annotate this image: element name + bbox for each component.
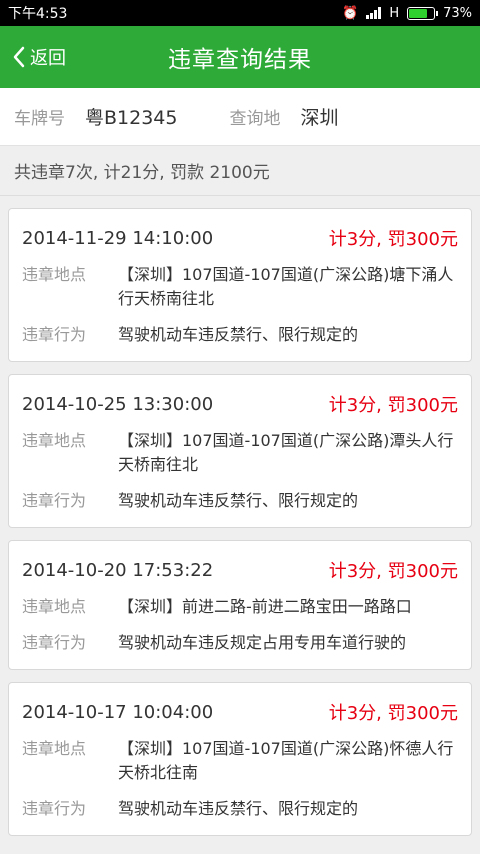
behavior-label: 违章行为: [22, 633, 87, 652]
violation-penalty: 计3分, 罚300元: [328, 395, 458, 416]
alarm-icon: ⏰: [342, 5, 359, 21]
location-label: 违章地点: [22, 431, 87, 450]
location-label: 违章地点: [22, 739, 87, 758]
status-icons: ⏰ H 73%: [342, 6, 472, 21]
violation-time: 2014-10-25 13:30:00: [22, 393, 214, 415]
violation-location: 【深圳】前进二路-前进二路宝田一路路口: [118, 597, 412, 616]
violation-card[interactable]: 2014-11-29 14:10:00 计3分, 罚300元 违章地点 【深圳】…: [8, 208, 472, 362]
violation-summary: 共违章7次, 计21分, 罚款 2100元: [0, 146, 480, 196]
behavior-label: 违章行为: [22, 491, 87, 510]
location-label: 违章地点: [22, 597, 87, 616]
violation-behavior: 驾驶机动车违反禁行、限行规定的: [118, 325, 359, 344]
back-button[interactable]: 返回: [12, 26, 66, 88]
chevron-left-icon: [13, 46, 25, 68]
violation-card[interactable]: 2014-10-17 10:04:00 计3分, 罚300元 违章地点 【深圳】…: [8, 682, 472, 836]
signal-icon: [366, 7, 382, 19]
violation-location: 【深圳】107国道-107国道(广深公路)潭头人行天桥南往北: [118, 431, 454, 474]
violation-time: 2014-11-29 14:10:00: [22, 227, 214, 249]
battery-icon: [407, 6, 439, 20]
violation-time: 2014-10-20 17:53:22: [22, 559, 214, 581]
page-title: 违章查询结果: [168, 47, 312, 73]
status-bar: 下午4:53 ⏰ H 73%: [0, 0, 480, 26]
violation-list: 2014-11-29 14:10:00 计3分, 罚300元 违章地点 【深圳】…: [0, 208, 480, 836]
behavior-label: 违章行为: [22, 325, 87, 344]
violation-time: 2014-10-17 10:04:00: [22, 701, 214, 723]
violation-location: 【深圳】107国道-107国道(广深公路)塘下涌人行天桥南往北: [118, 265, 454, 308]
plate-value: 粤B12345: [85, 107, 178, 129]
violation-location: 【深圳】107国道-107国道(广深公路)怀德人行天桥北往南: [118, 739, 454, 782]
network-type: H: [389, 5, 400, 21]
violation-card[interactable]: 2014-10-25 13:30:00 计3分, 罚300元 违章地点 【深圳】…: [8, 374, 472, 528]
violation-behavior: 驾驶机动车违反禁行、限行规定的: [118, 799, 359, 818]
plate-label: 车牌号: [14, 109, 65, 129]
query-info: 车牌号 粤B12345 查询地 深圳: [0, 88, 480, 146]
violation-behavior: 驾驶机动车违反规定占用专用车道行驶的: [118, 633, 407, 652]
violation-behavior: 驾驶机动车违反禁行、限行规定的: [118, 491, 359, 510]
behavior-label: 违章行为: [22, 799, 87, 818]
violation-penalty: 计3分, 罚300元: [328, 703, 458, 724]
location-label: 违章地点: [22, 265, 87, 284]
city-value: 深圳: [300, 107, 339, 129]
violation-penalty: 计3分, 罚300元: [328, 229, 458, 250]
back-label: 返回: [30, 48, 66, 69]
violation-card[interactable]: 2014-10-20 17:53:22 计3分, 罚300元 违章地点 【深圳】…: [8, 540, 472, 670]
battery-percent: 73%: [443, 5, 472, 21]
nav-bar: 返回 违章查询结果: [0, 26, 480, 88]
city-label: 查询地: [229, 109, 281, 129]
status-time: 下午4:53: [8, 6, 68, 22]
violation-penalty: 计3分, 罚300元: [328, 561, 458, 582]
